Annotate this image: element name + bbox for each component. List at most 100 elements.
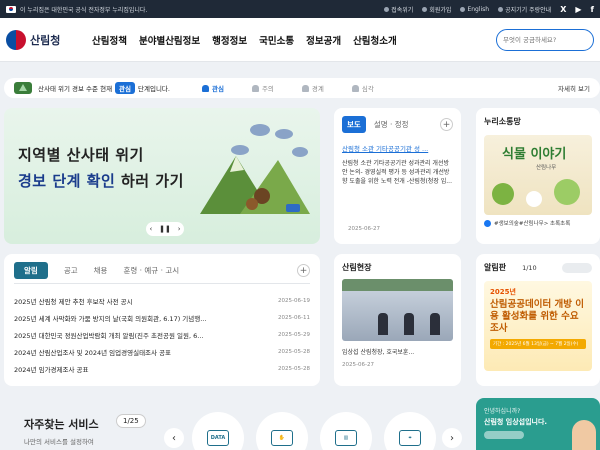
service-data[interactable]: DATA — [192, 412, 244, 450]
board-poster[interactable]: 2025년 산림공공데이터 개방 이용 활성화를 위한 수요조사 기간 : 20… — [484, 281, 592, 371]
list-item[interactable]: 2024년 임가경제조사 공표 2025-05-28 — [14, 360, 310, 377]
next-arrow-icon[interactable]: › — [442, 428, 462, 448]
prev-icon[interactable]: ‹ — [149, 225, 152, 233]
person-figure — [430, 313, 440, 335]
favorites-title: 자주찾는 서비스 — [24, 418, 99, 431]
person-figure — [378, 313, 388, 335]
forest-photo[interactable] — [342, 279, 453, 341]
board-page-indicator: 1/10 — [522, 263, 537, 272]
level-interest: 관심 — [201, 83, 224, 93]
list-item[interactable]: 2025년 세계 사막화와 가뭄 방지의 날(국회 의원회관, 6.17) 기념… — [14, 309, 310, 326]
site-logo[interactable]: 산림청 — [6, 29, 84, 50]
list-item[interactable]: 2025년 대한민국 정원산업박람회 개최 알림(진주 초전공원 일원, 6..… — [14, 326, 310, 343]
globe-icon — [460, 6, 466, 12]
service-hand-icon[interactable]: ✋ — [256, 412, 308, 450]
facebook-icon — [484, 219, 491, 227]
forest-caption[interactable]: 임상섭 산림청장, 호국보훈... — [342, 347, 453, 356]
community-caption[interactable]: #생보의숲#산림나무> 초록초록 — [484, 219, 592, 227]
link-access[interactable]: 접속위기 — [384, 5, 413, 14]
gov-notice: 이 누리집은 대한민국 공식 전자정부 누리집입니다. — [20, 6, 148, 14]
forest-date: 2025-06-27 — [342, 362, 374, 368]
korea-flag-icon — [6, 5, 16, 13]
press-tabs: 보도 설명 · 정정 + — [342, 116, 453, 133]
community-panel: 누리소통망 식물 이야기 산림나무 #생보의숲#산림나무> 초록초록 — [476, 108, 600, 244]
main-nav: 산림정책 분야별산림정보 행정정보 국민소통 정보공개 산림청소개 — [92, 33, 496, 47]
link-guide[interactable]: 공지기기 주랑안내 — [498, 5, 551, 14]
list-item[interactable]: 2024년 산림산업조사 및 2024년 임업경영실태조사 공표 2025-05-… — [14, 343, 310, 360]
press-headline[interactable]: 산림청 소관 기타공공기관 성 ... — [342, 143, 453, 153]
nav-communication[interactable]: 국민소통 — [259, 33, 294, 47]
forest-title: 산림현장 — [342, 263, 372, 272]
favorite-services: 자주찾는 서비스 1/25 나만의 서비스를 설정하여 ‹ DATA ✋ ▥ ⌖… — [4, 398, 464, 450]
tab-explanation[interactable]: 설명 · 정정 — [374, 119, 409, 130]
community-title: 누리소통망 — [484, 117, 521, 126]
utility-links: 접속위기 회원가입 English 공지기기 주랑안내 X ▶ f — [384, 5, 594, 14]
minister-portrait — [572, 420, 596, 450]
pause-icon[interactable]: ❚❚ — [159, 225, 171, 233]
press-date: 2025-06-27 — [348, 226, 380, 232]
service-map-icon[interactable]: ⌖ — [384, 412, 436, 450]
current-level-badge: 관심 — [115, 82, 136, 94]
prev-arrow-icon[interactable]: ‹ — [164, 428, 184, 448]
board-controls[interactable] — [562, 262, 592, 273]
dot-icon — [384, 6, 390, 12]
dot-icon — [498, 6, 504, 12]
youtube-icon[interactable]: ▶ — [575, 5, 581, 14]
community-image[interactable]: 식물 이야기 산림나무 — [484, 135, 592, 215]
x-icon[interactable]: X — [560, 5, 566, 14]
nav-about[interactable]: 산림청소개 — [353, 33, 397, 47]
service-chart-icon[interactable]: ▥ — [320, 412, 372, 450]
press-panel: 보도 설명 · 정정 + 산림청 소관 기타공공기관 성 ... 산림청 소관 … — [334, 108, 461, 244]
level-serious: 심각 — [351, 83, 374, 93]
facebook-icon[interactable]: f — [591, 5, 594, 14]
alarm-icon — [351, 84, 359, 92]
mountain-landslide-illustration — [200, 124, 310, 214]
favorites-count: 1/25 — [116, 414, 146, 428]
list-item[interactable]: 2025년 산림청 제안 추천 후보작 사전 공시 2025-06-19 — [14, 292, 310, 309]
more-plus-icon[interactable]: + — [297, 264, 310, 277]
search-box — [496, 28, 594, 51]
banner-controls: ‹ ❚❚ › — [146, 222, 184, 236]
board-title: 알림판 1/10 — [484, 262, 592, 273]
alert-more-link[interactable]: 자세히 보기 — [558, 83, 590, 93]
alert-levels: 관심 주의 경계 심각 — [201, 83, 558, 93]
alarm-icon — [301, 84, 309, 92]
leaf-decoration — [554, 179, 580, 205]
banner-line1: 지역별 산사태 위기 — [18, 146, 144, 164]
tab-notice[interactable]: 알림 — [14, 262, 48, 279]
landslide-alert-bar: 산사태 위기 경보 수준 현재 관심 단계입니다. 관심 주의 경계 심각 자세… — [4, 78, 600, 98]
photo-banner — [342, 279, 453, 291]
person-figure — [404, 313, 414, 335]
press-body: 산림청 소관 기타공공기관 성과관리 개선방안 논의- 경영실적 평가 등 성과… — [342, 160, 452, 185]
link-english[interactable]: English — [460, 6, 489, 13]
notice-tabs: 알림 공고 채용 훈령 · 예규 · 고시 + — [14, 262, 310, 284]
notice-list: 2025년 산림청 제안 추천 후보작 사전 공시 2025-06-19 2025… — [14, 292, 310, 377]
banner-line2: 경보 단계 확인 하러 가기 — [18, 172, 184, 190]
dot-icon — [422, 6, 428, 12]
nav-admin-info[interactable]: 행정정보 — [212, 33, 247, 47]
nav-sector-info[interactable]: 분야별산림정보 — [139, 33, 200, 47]
notice-panel: 알림 공고 채용 훈령 · 예규 · 고시 + 2025년 산림청 제안 추천 … — [4, 254, 320, 386]
minister-greeting[interactable]: 안녕하십니까? 산림청 임상섭입니다. — [476, 398, 600, 450]
nav-disclosure[interactable]: 정보공개 — [306, 33, 341, 47]
level-alert: 경계 — [301, 83, 324, 93]
search-input[interactable] — [503, 35, 587, 44]
tab-directives[interactable]: 훈령 · 예규 · 고시 — [123, 265, 179, 276]
gov-topbar: 이 누리집은 대한민국 공식 전자정부 누리집입니다. 접속위기 회원가입 En… — [0, 0, 600, 18]
greeting-button[interactable] — [484, 431, 524, 439]
tab-press[interactable]: 보도 — [342, 116, 366, 133]
link-signup[interactable]: 회원가입 — [422, 5, 451, 14]
alarm-icon — [251, 84, 259, 92]
notice-board-panel: 알림판 1/10 2025년 산림공공데이터 개방 이용 활성화를 위한 수요조… — [476, 254, 600, 386]
forest-field-panel: 산림현장 임상섭 산림청장, 호국보훈... 2025-06-27 — [334, 254, 461, 386]
more-plus-icon[interactable]: + — [440, 118, 453, 131]
main-banner[interactable]: 지역별 산사태 위기 경보 단계 확인 하러 가기 ‹ ❚❚ › — [4, 108, 320, 244]
tab-announcement[interactable]: 공고 — [64, 265, 78, 276]
alarm-icon — [201, 84, 209, 92]
nav-policy[interactable]: 산림정책 — [92, 33, 127, 47]
next-icon[interactable]: › — [178, 225, 181, 233]
leaf-decoration — [492, 183, 514, 205]
main-header: 산림청 산림정책 분야별산림정보 행정정보 국민소통 정보공개 산림청소개 — [0, 18, 600, 62]
tab-recruit[interactable]: 채용 — [94, 265, 108, 276]
favorites-subtitle: 나만의 서비스를 설정하여 — [24, 438, 94, 446]
